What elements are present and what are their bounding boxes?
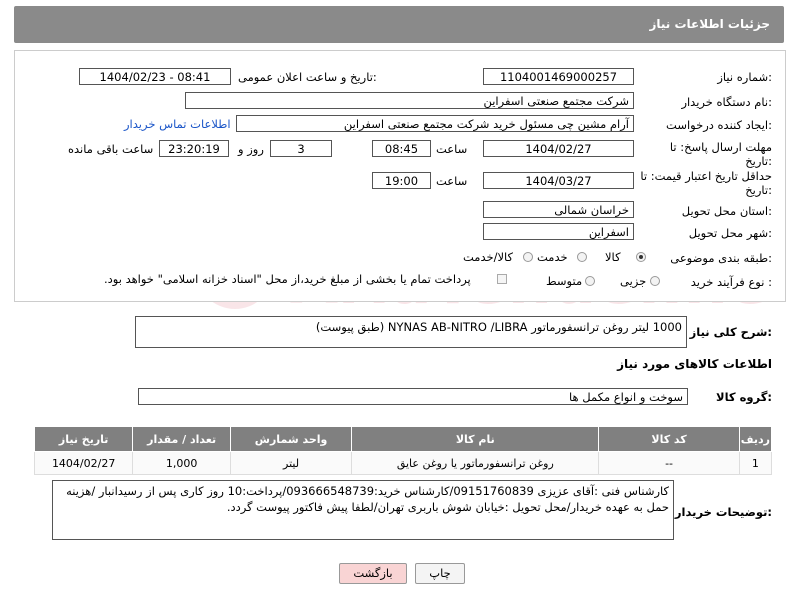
treasury-payment-checkbox[interactable] <box>497 274 507 284</box>
days-label: روز و <box>238 142 264 156</box>
category-goods-radio[interactable] <box>636 252 646 262</box>
page-title: جزئیات اطلاعات نیاز <box>649 17 770 31</box>
col-goods-name: نام کالا <box>351 426 600 452</box>
validity-date-field: 1404/03/27 <box>483 172 634 189</box>
description-label: شرح کلی نیاز: <box>689 325 772 339</box>
announce-label: تاریخ و ساعت اعلان عمومی: <box>238 70 377 84</box>
cell-goods-code: -- <box>598 451 740 475</box>
col-row: ردیف <box>738 426 773 452</box>
deadline-time-field: 08:45 <box>372 140 431 157</box>
deadline-date-field: 1404/02/27 <box>483 140 634 157</box>
category-goods-label: کالا <box>605 250 621 264</box>
deadline-label: مهلت ارسال پاسخ: تا تاریخ: <box>669 140 772 168</box>
province-label: استان محل تحویل: <box>681 204 772 218</box>
payment-note: پرداخت تمام یا بخشی از مبلغ خرید،از محل … <box>104 272 471 286</box>
category-both-radio[interactable] <box>523 252 533 262</box>
need-number-field: 1104001469000257 <box>483 68 634 85</box>
goods-table: تاریخ نیاز تعداد / مقدار واحد شمارش نام … <box>33 426 773 475</box>
buyer-org-field: شرکت مجتمع صنعتی اسفراین <box>185 92 634 109</box>
col-quantity: تعداد / مقدار <box>132 426 231 452</box>
deadline-time-label: ساعت <box>436 142 468 156</box>
cell-quantity: 1,000 <box>132 451 231 475</box>
need-number-label: شماره نیاز: <box>717 70 772 84</box>
cell-goods-name: روغن ترانسفورماتور یا روغن عایق <box>351 451 600 475</box>
remaining-time-field: 23:20:19 <box>159 140 229 157</box>
col-goods-code: کد کالا <box>598 426 740 452</box>
category-service-label: خدمت <box>537 250 568 264</box>
buyer-notes-field: کارشناس فنی :آقای عزیزی 09151760839/کارش… <box>52 480 674 540</box>
buyer-notes-label: توضیحات خریدار: <box>674 505 772 519</box>
goods-group-field: سوخت و انواع مکمل ها <box>138 388 688 405</box>
page-header: جزئیات اطلاعات نیاز <box>14 6 784 43</box>
goods-group-label: گروه کالا: <box>716 390 772 404</box>
requester-label: ایجاد کننده درخواست: <box>666 118 772 132</box>
buyer-org-label: نام دستگاه خریدار: <box>681 95 772 109</box>
cell-unit: لیتر <box>229 451 353 475</box>
process-medium-radio[interactable] <box>585 276 595 286</box>
validity-time-field: 19:00 <box>372 172 431 189</box>
col-unit: واحد شمارش <box>229 426 353 452</box>
category-both-label: کالا/خدمت <box>463 250 514 264</box>
back-button[interactable]: بازگشت <box>339 563 407 584</box>
remaining-label: ساعت باقی مانده <box>68 142 154 156</box>
process-minor-label: جزیی <box>620 274 647 288</box>
province-field: خراسان شمالی <box>483 201 634 218</box>
cell-need-date: 1404/02/27 <box>33 451 134 475</box>
validity-time-label: ساعت <box>436 174 468 188</box>
process-medium-label: متوسط <box>546 274 583 288</box>
days-field: 3 <box>270 140 332 157</box>
goods-section-title: اطلاعات کالاهای مورد نیاز <box>617 357 772 371</box>
city-field: اسفراین <box>483 223 634 240</box>
process-minor-radio[interactable] <box>650 276 660 286</box>
announce-field: 1404/02/23 - 08:41 <box>79 68 231 85</box>
buyer-contact-link[interactable]: اطلاعات تماس خریدار <box>124 117 231 131</box>
cell-row: 1 <box>738 451 773 475</box>
requester-field: آرام مشین چی مسئول خرید شرکت مجتمع صنعتی… <box>236 115 634 132</box>
description-field: 1000 لیتر روغن ترانسفورماتور NYNAS AB-NI… <box>135 316 687 348</box>
print-button[interactable]: چاپ <box>415 563 465 584</box>
category-service-radio[interactable] <box>577 252 587 262</box>
city-label: شهر محل تحویل: <box>688 226 772 240</box>
category-label: طبقه بندی موضوعی: <box>670 251 772 265</box>
goods-table-header: تاریخ نیاز تعداد / مقدار واحد شمارش نام … <box>33 426 773 452</box>
process-label: نوع فرآیند خرید : <box>690 275 772 289</box>
table-row: 1404/02/27 1,000 لیتر روغن ترانسفورماتور… <box>33 451 773 475</box>
validity-label: حداقل تاریخ اعتبار قیمت: تا تاریخ: <box>640 169 772 197</box>
col-need-date: تاریخ نیاز <box>33 426 134 452</box>
